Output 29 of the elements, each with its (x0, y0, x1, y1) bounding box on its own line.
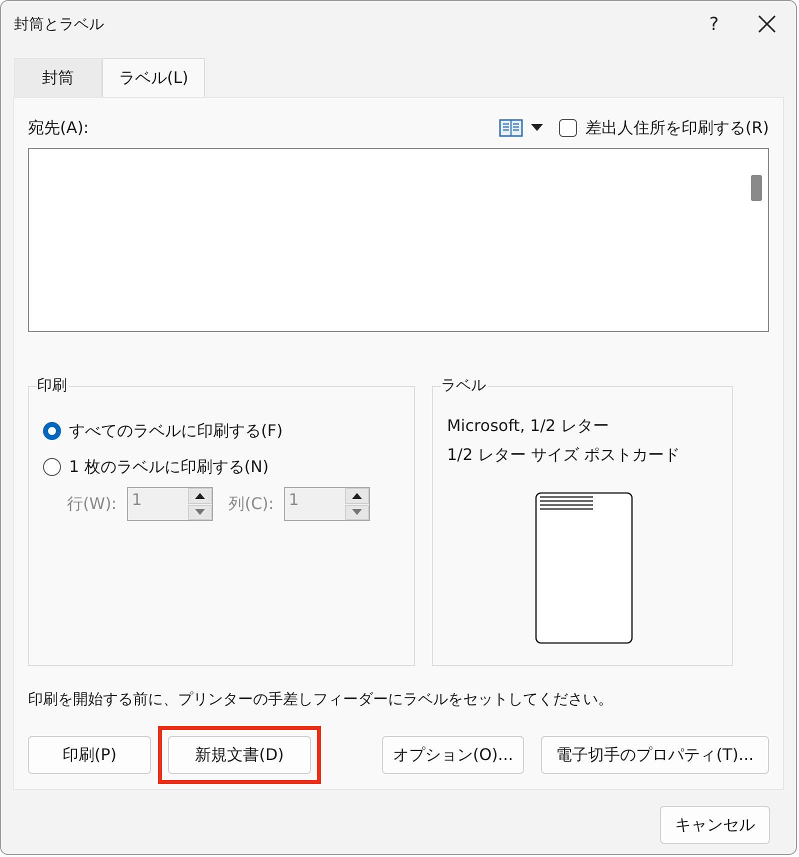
scrollbar-thumb[interactable] (751, 175, 762, 201)
radio-button[interactable] (43, 458, 61, 476)
checkbox-label: 差出人住所を印刷する(R) (585, 118, 769, 138)
group-title: 印刷 (37, 376, 69, 395)
tab[interactable]: ラベル(L) (102, 58, 206, 97)
label-info: 1/2 レター サイズ ポストカード (447, 444, 682, 466)
dialog-button[interactable]: 印刷(P) (28, 736, 151, 774)
cancel-button[interactable]: キャンセル (660, 806, 770, 844)
radio-button[interactable] (43, 422, 61, 440)
label-preview-drawing[interactable] (535, 492, 633, 644)
address-field[interactable] (28, 148, 769, 332)
tab[interactable]: 封筒 (14, 58, 102, 97)
group-title: ラベル (441, 376, 488, 395)
spinner-label: 列(C): (228, 494, 274, 514)
radio-label: すべてのラベルに印刷する(F) (69, 420, 283, 442)
dialog-button[interactable]: 新規文書(D) (168, 736, 311, 774)
address-label: 宛先(A): (28, 118, 89, 138)
radio-label: 1 枚のラベルに印刷する(N) (69, 456, 269, 478)
label-info: Microsoft, 1/2 レター (447, 415, 610, 437)
instruction-text: 印刷を開始する前に、プリンターの手差しフィーダーにラベルをセットしてください。 (28, 690, 614, 709)
help-button[interactable]: ? (684, 4, 744, 44)
spinner-label: 行(W): (67, 494, 117, 514)
window-title: 封筒とラベル (14, 14, 105, 34)
caret-icon[interactable] (531, 124, 544, 132)
checkbox[interactable] (559, 119, 578, 137)
dialog-button[interactable]: 電子切手のプロパティ(T)... (541, 736, 769, 774)
dialog-button[interactable]: オプション(O)... (382, 736, 524, 774)
close-icon[interactable] (758, 15, 776, 33)
address-book-icon[interactable] (499, 118, 524, 138)
